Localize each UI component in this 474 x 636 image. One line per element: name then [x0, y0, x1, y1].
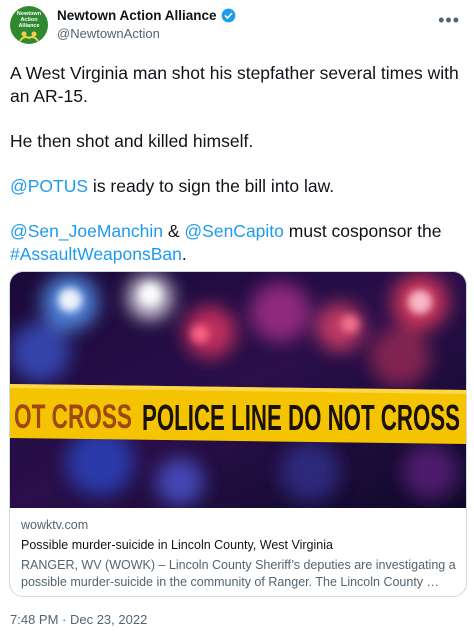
avatar-logo-icon: [19, 31, 39, 42]
tweet-text-span: .: [181, 244, 187, 264]
tweet-text-span: is ready to sign the bill into law.: [88, 176, 335, 196]
card-meta: wowktv.com Possible murder-suicide in Li…: [21, 518, 457, 591]
mention-capito[interactable]: @SenCapito: [184, 221, 284, 241]
tweet-header: Newtown Action Alliance Newtown Action A…: [10, 6, 464, 46]
link-card[interactable]: OT CROSS POLICE LINE DO NOT CROSS wowktv…: [9, 271, 467, 597]
handle[interactable]: @NewtownAction: [57, 26, 236, 41]
tweet-paragraph-4: @Sen_JoeManchin & @SenCapito must cospon…: [10, 220, 466, 266]
mention-potus[interactable]: @POTUS: [10, 176, 88, 196]
display-name-row[interactable]: Newtown Action Alliance: [57, 8, 236, 23]
card-image[interactable]: OT CROSS POLICE LINE DO NOT CROSS: [10, 272, 466, 508]
author-names: Newtown Action Alliance @NewtownAction: [57, 8, 236, 41]
tweet-paragraph-3: @POTUS is ready to sign the bill into la…: [10, 175, 466, 198]
tweet-paragraph-2: He then shot and killed himself.: [10, 131, 254, 151]
card-domain: wowktv.com: [21, 518, 89, 532]
hashtag-assault-weapons-ban[interactable]: #AssaultWeaponsBan: [10, 244, 182, 264]
tweet-text-span: &: [163, 221, 185, 241]
tweet-text-span: must cosponsor the: [283, 221, 442, 241]
tweet-paragraph-1: A West Virginia man shot his stepfather …: [10, 63, 459, 106]
card-title[interactable]: Possible murder-suicide in Lincoln Count…: [21, 538, 457, 552]
tweet-timestamp[interactable]: 7:48 PM · Dec 23, 2022: [10, 612, 147, 627]
avatar-text: Newtown Action Alliance: [16, 10, 42, 29]
avatar[interactable]: Newtown Action Alliance: [10, 6, 48, 44]
display-name[interactable]: Newtown Action Alliance: [57, 8, 217, 23]
card-description: RANGER, WV (WOWK) – Lincoln County Sheri…: [21, 558, 456, 589]
more-options-icon[interactable]: •••: [438, 10, 460, 31]
verified-badge-icon: [221, 8, 235, 23]
mention-manchin[interactable]: @Sen_JoeManchin: [10, 221, 163, 241]
tape-text: POLICE LINE DO NOT CROSS: [142, 397, 460, 438]
tape-left-text: OT CROSS: [14, 398, 132, 436]
tweet-text: A West Virginia man shot his stepfather …: [10, 62, 466, 288]
